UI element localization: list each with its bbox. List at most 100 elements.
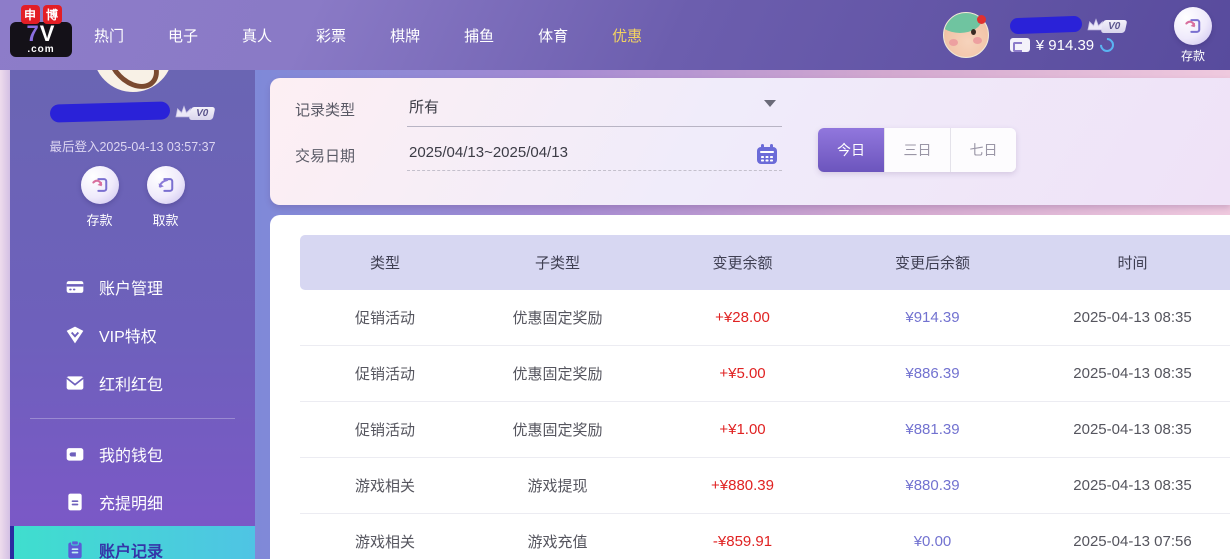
cell-change-amount: +¥880.39 <box>711 477 774 494</box>
vip-level-tag: V0 <box>1100 19 1128 33</box>
table-row: 促销活动 优惠固定奖励 +¥1.00 ¥881.39 2025-04-13 08… <box>300 402 1230 458</box>
date-range-label: 交易日期 <box>295 148 356 165</box>
balance-amount: ¥ 914.39 <box>1035 36 1095 54</box>
deposit-icon <box>1174 6 1212 45</box>
sidebar-item-bonus-redpacket[interactable]: 红利红包 <box>10 359 255 407</box>
column-header-change: 变更余额 <box>712 255 773 272</box>
cell-time: 2025-04-13 08:35 <box>1073 477 1192 494</box>
cell-subtype: 游戏充值 <box>527 534 588 551</box>
username-redacted <box>1009 15 1083 34</box>
chevron-down-icon[interactable] <box>764 100 776 107</box>
sidebar-item-deposit-withdraw-details[interactable]: 充提明细 <box>10 478 255 526</box>
sidebar-item-label: 我的钱包 <box>99 448 164 465</box>
nav-deposit-button[interactable]: 存款 <box>1174 6 1212 64</box>
range-button-today[interactable]: 今日 <box>818 128 884 172</box>
cell-type: 游戏相关 <box>354 534 415 551</box>
cell-type: 促销活动 <box>354 310 415 327</box>
logo-box: 7V .com <box>10 22 72 57</box>
nav-item-promotions[interactable]: 优惠 <box>590 25 664 46</box>
record-type-select[interactable]: 所有 <box>407 92 782 127</box>
cell-balance-after: ¥0.00 <box>913 533 952 550</box>
sidebar-item-label: 红利红包 <box>99 377 164 394</box>
nav-item-sports[interactable]: 体育 <box>516 25 590 46</box>
main-menu: 热门 电子 真人 彩票 棋牌 捕鱼 体育 优惠 <box>72 0 664 70</box>
range-button-3days[interactable]: 三日 <box>884 128 950 172</box>
column-header-type: 类型 <box>369 255 400 272</box>
nav-deposit-label: 存款 <box>1180 48 1205 63</box>
table-row: 游戏相关 游戏提现 +¥880.39 ¥880.39 2025-04-13 08… <box>300 458 1230 514</box>
table-header-row: 类型 子类型 变更余额 变更后余额 时间 <box>300 235 1230 290</box>
calendar-icon[interactable] <box>754 142 780 173</box>
sidebar-actions: 存款 取款 <box>10 166 255 229</box>
document-icon <box>68 493 82 511</box>
sidebar-item-account-records[interactable]: 账户记录 <box>10 526 255 559</box>
column-header-balance-after: 变更后余额 <box>894 255 970 272</box>
cell-time: 2025-04-13 08:35 <box>1073 309 1192 326</box>
sidebar-divider <box>30 418 235 419</box>
last-login-text: 最后登入2025-04-13 03:57:37 <box>49 140 216 154</box>
refresh-balance-icon[interactable] <box>1097 35 1118 55</box>
user-cluster: V0 ¥ 914.39 存款 <box>942 0 1230 70</box>
table-row: 促销活动 优惠固定奖励 +¥5.00 ¥886.39 2025-04-13 08… <box>300 346 1230 402</box>
sidebar-deposit-button[interactable]: 存款 <box>80 166 119 229</box>
cell-subtype: 游戏提现 <box>527 478 588 495</box>
sidebar-item-label: 账户管理 <box>99 281 164 298</box>
nav-item-slots[interactable]: 电子 <box>146 25 220 46</box>
sidebar-item-my-wallet[interactable]: 我的钱包 <box>10 430 255 478</box>
date-range-input[interactable]: 2025/04/13~2025/04/13 <box>407 140 782 171</box>
sidebar-menu: 账户管理 VIP特权 红利红包 我的钱包 充提明细 账户记录 <box>10 263 255 559</box>
filter-panel: 记录类型 所有 交易日期 2025/04/13~2025/04/13 今日 三日… <box>270 78 1230 205</box>
cell-change-amount: +¥28.00 <box>715 309 770 326</box>
cell-balance-after: ¥914.39 <box>905 309 960 326</box>
username-row: V0 <box>1009 15 1128 34</box>
cell-type: 促销活动 <box>354 422 415 439</box>
sidebar-withdraw-button[interactable]: 取款 <box>146 166 185 229</box>
avatar-hat <box>943 13 982 33</box>
logo-badge-1: 申 <box>20 5 40 24</box>
balance-row: ¥ 914.39 <box>1009 35 1126 55</box>
logo-main-text: 7V <box>26 21 56 46</box>
vip-shield-icon <box>66 326 84 344</box>
cell-type: 促销活动 <box>354 366 415 383</box>
cell-change-amount: +¥5.00 <box>719 365 766 382</box>
date-range-value: 2025/04/13~2025/04/13 <box>409 144 568 161</box>
cell-change-amount: +¥1.00 <box>719 421 766 438</box>
cell-time: 2025-04-13 07:56 <box>1073 533 1192 550</box>
date-range-row: 交易日期 2025/04/13~2025/04/13 <box>295 140 782 171</box>
vip-level-tag: V0 <box>188 107 216 120</box>
nav-item-live[interactable]: 真人 <box>220 25 294 46</box>
bank-card-icon <box>66 281 84 293</box>
sidebar-item-vip-privileges[interactable]: VIP特权 <box>10 311 255 359</box>
username-redacted <box>50 101 171 123</box>
range-button-7days[interactable]: 七日 <box>950 128 1016 172</box>
field-underline <box>407 126 782 127</box>
nav-item-boardgames[interactable]: 棋牌 <box>368 25 442 46</box>
cell-subtype: 优惠固定奖励 <box>512 310 603 327</box>
top-nav: 申 博 7V .com 热门 电子 真人 彩票 棋牌 捕鱼 体育 优惠 V0 ¥… <box>0 0 1230 70</box>
site-logo[interactable]: 申 博 7V .com <box>10 5 72 65</box>
sidebar: V0 最后登入2025-04-13 03:57:37 存款 取款 账户管理 VI… <box>10 12 255 559</box>
records-table-panel: 类型 子类型 变更余额 变更后余额 时间 促销活动 优惠固定奖励 +¥28.00… <box>270 215 1230 559</box>
sidebar-item-account-management[interactable]: 账户管理 <box>10 263 255 311</box>
wallet-icon <box>1009 38 1030 52</box>
cell-time: 2025-04-13 08:35 <box>1073 421 1192 438</box>
column-header-time: 时间 <box>1117 255 1148 272</box>
cell-type: 游戏相关 <box>354 478 415 495</box>
column-header-subtype: 子类型 <box>534 255 580 272</box>
cell-subtype: 优惠固定奖励 <box>512 366 603 383</box>
sidebar-item-label: VIP特权 <box>99 329 157 346</box>
avatar-eye <box>970 29 976 35</box>
sidebar-withdraw-label: 取款 <box>152 213 179 228</box>
sidebar-username-row: V0 <box>10 101 255 123</box>
screen: 申 博 7V .com 热门 电子 真人 彩票 棋牌 捕鱼 体育 优惠 V0 ¥… <box>0 0 1230 559</box>
sidebar-vip-badge: V0 <box>174 104 216 120</box>
deposit-icon <box>80 166 119 204</box>
nav-item-hot[interactable]: 热门 <box>72 25 146 46</box>
table-row: 游戏相关 游戏充值 -¥859.91 ¥0.00 2025-04-13 07:5… <box>300 514 1230 559</box>
nav-item-lottery[interactable]: 彩票 <box>294 25 368 46</box>
envelope-icon <box>66 376 84 390</box>
wallet-icon <box>66 448 84 461</box>
nav-item-fishing[interactable]: 捕鱼 <box>442 25 516 46</box>
record-type-value: 所有 <box>409 99 440 116</box>
date-quick-range-group: 今日 三日 七日 <box>818 128 1016 172</box>
